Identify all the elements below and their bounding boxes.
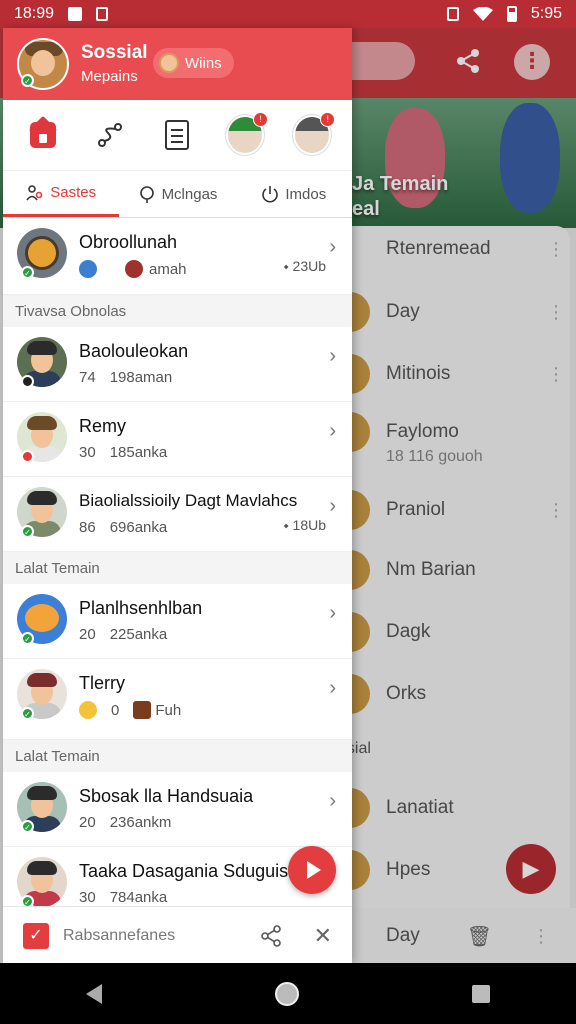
chevron-right-icon: ›: [329, 236, 336, 258]
people-icon: [26, 184, 43, 200]
tag-icon: ⬩: [283, 258, 293, 274]
item-name: Obroollunah: [79, 232, 178, 252]
notification-icon: [68, 7, 83, 21]
app-title: Sossial: [81, 42, 148, 63]
list-item[interactable]: Baolouleokan 74 198aman ›: [3, 327, 352, 402]
chevron-right-icon: ›: [329, 495, 336, 517]
drawer-bottom-bar: ✓ Rabsannefanes ✕: [3, 906, 352, 963]
recents-icon[interactable]: [471, 984, 490, 1003]
chevron-right-icon: ›: [329, 420, 336, 442]
item-name: Planlhsenhlban: [79, 598, 203, 618]
status-time: 18:99: [14, 5, 55, 22]
chevron-right-icon: ›: [329, 790, 336, 812]
wins-avatar-icon: [159, 53, 179, 73]
drawer-header: ✓ Sossial Mepains Wiins: [3, 28, 352, 100]
gift-icon: [133, 701, 152, 719]
tab-sastes[interactable]: Sastes: [3, 171, 120, 217]
share-icon[interactable]: [260, 924, 282, 947]
home-button[interactable]: [24, 116, 62, 154]
section-header: Lalat Temain: [3, 552, 352, 584]
list-item[interactable]: ✓ Obroollunah amah ⬩ 23Ub ›: [3, 218, 352, 295]
navigation-drawer: ✓ Sossial Mepains Wiins ! ! Sastes Mclng…: [3, 28, 352, 963]
play-icon: [307, 861, 321, 879]
wins-badge[interactable]: Wiins: [153, 48, 234, 78]
item-name: Baolouleokan: [79, 341, 189, 361]
route-button[interactable]: [91, 116, 129, 154]
item-name: Remy: [79, 416, 127, 436]
clipboard-icon: [165, 120, 190, 150]
system-navigation-bar: [0, 963, 576, 1024]
online-status-icon: ✓: [21, 820, 34, 833]
tag-icon: ⬩: [283, 517, 293, 533]
wifi-icon: [472, 7, 493, 21]
online-status-icon: ✓: [21, 707, 34, 720]
notification-badge-icon: !: [252, 112, 268, 127]
quick-actions: ! !: [3, 100, 352, 171]
checkbox-icon[interactable]: ✓: [23, 922, 49, 949]
power-icon: [262, 186, 279, 203]
chevron-right-icon: ›: [329, 345, 336, 367]
online-status-icon: ✓: [21, 525, 34, 538]
list-item[interactable]: ✓ Sbosak lla Handsuaia 20 236ankm ›: [3, 772, 352, 847]
bottom-bar-label: Rabsannefanes: [63, 926, 176, 944]
download-icon: [96, 7, 109, 21]
friend-avatar-button[interactable]: !: [293, 112, 336, 155]
emoji-icon: [79, 701, 97, 719]
tab-mclngas[interactable]: Mclngas: [119, 171, 235, 217]
tab-imdos[interactable]: Imdos: [236, 171, 352, 217]
section-header: Tivavsa Obnolas: [3, 295, 352, 327]
pin-icon: [139, 186, 154, 203]
chevron-right-icon: ›: [329, 677, 336, 699]
section-header: Lalat Temain: [3, 740, 352, 772]
home-icon: [29, 122, 56, 148]
globe-icon: [79, 260, 97, 278]
notification-badge-icon: !: [320, 112, 336, 127]
status-icon: [21, 375, 34, 388]
play-button[interactable]: [288, 846, 336, 894]
list-item[interactable]: ✓ Planlhsenhlban 20 225anka ›: [3, 584, 352, 659]
online-status-icon: ✓: [21, 74, 34, 87]
tab-bar: Sastes Mclngas Imdos: [3, 171, 352, 218]
vibrate-icon: [446, 7, 459, 21]
status-clock-right: 5:95: [530, 5, 562, 22]
app-subtitle: Mepains: [81, 68, 138, 85]
clipboard-button[interactable]: [158, 116, 196, 154]
status-bar: 18:99 5:95: [0, 0, 576, 28]
character-icon: [125, 260, 143, 278]
online-status-icon: ✓: [21, 266, 34, 279]
back-icon[interactable]: [86, 983, 103, 1004]
list-item[interactable]: ✓ Tlerry 0 Fuh ›: [3, 659, 352, 740]
item-name: Sbosak lla Handsuaia: [79, 786, 254, 806]
status-icon: [21, 450, 34, 463]
item-name: Tlerry: [79, 673, 125, 693]
chevron-right-icon: ›: [329, 602, 336, 624]
close-icon[interactable]: ✕: [314, 923, 332, 949]
battery-icon: [506, 6, 517, 22]
friend-avatar-button[interactable]: !: [225, 112, 268, 155]
list-item[interactable]: Remy 30 185anka ›: [3, 402, 352, 477]
home-nav-icon[interactable]: [274, 981, 299, 1006]
item-name: Biaolialssioily Dagt Mavlahcs: [79, 491, 298, 510]
item-name: Taaka Dasagania Sduguis: [79, 861, 289, 881]
online-status-icon: ✓: [21, 632, 34, 645]
route-icon: [98, 123, 123, 147]
list-item[interactable]: ✓ Biaolialssioily Dagt Mavlahcs 86 696ank…: [3, 477, 352, 552]
